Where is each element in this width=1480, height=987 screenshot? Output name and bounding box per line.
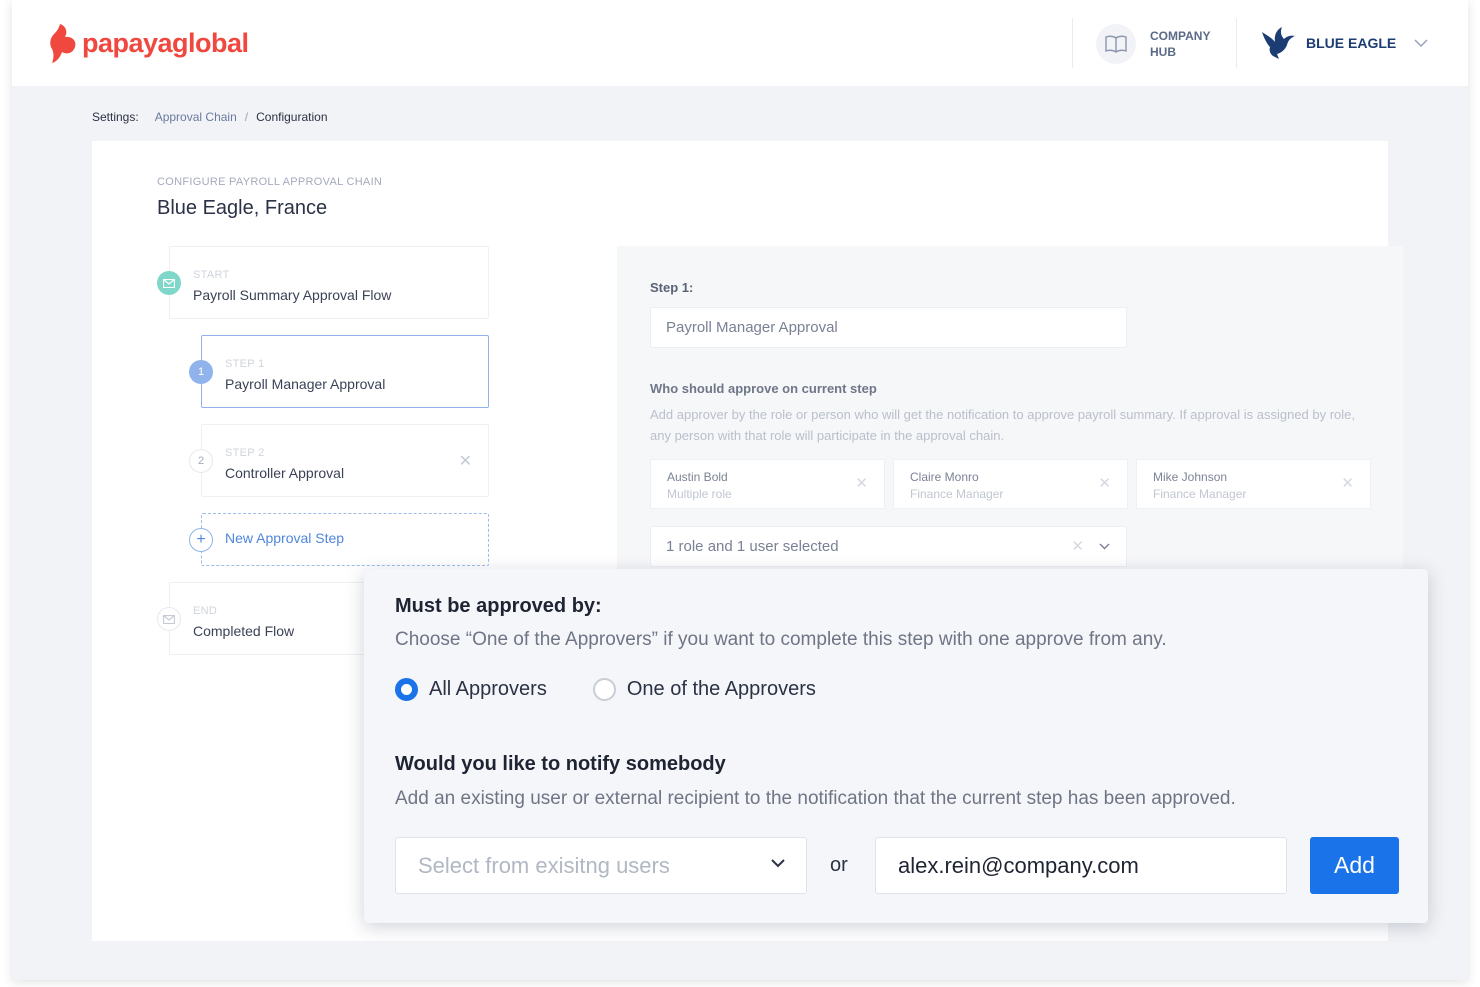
chevron-down-icon (1099, 543, 1110, 550)
header-divider (1072, 18, 1073, 68)
new-approval-step-button[interactable]: New Approval Step (201, 513, 489, 566)
radio-all-approvers-label[interactable]: All Approvers (429, 678, 547, 701)
remove-approver-icon[interactable]: ✕ (1341, 474, 1354, 492)
approver-role: Finance Manager (910, 487, 1004, 501)
existing-users-placeholder: Select from exisitng users (418, 852, 670, 878)
radio-all-approvers[interactable] (395, 678, 418, 701)
approver-chip[interactable]: Claire Monro Finance Manager ✕ (893, 459, 1128, 509)
company-hub-line1: COMPANY (1150, 29, 1211, 43)
notify-title: Would you like to notify somebody (395, 753, 726, 775)
step1-small-label: STEP 1 (225, 358, 265, 370)
company-name: BLUE EAGLE (1306, 35, 1397, 51)
breadcrumb-link-approval-chain[interactable]: Approval Chain (155, 110, 237, 124)
breadcrumb-current: Configuration (256, 110, 328, 124)
email-field[interactable]: alex.rein@company.com (875, 837, 1287, 894)
mail-icon (157, 271, 181, 295)
step1-label: Payroll Manager Approval (225, 376, 386, 392)
remove-step-icon[interactable]: ✕ (459, 451, 472, 471)
approver-chip[interactable]: Mike Johnson Finance Manager ✕ (1136, 459, 1371, 509)
approver-role: Finance Manager (1153, 487, 1247, 501)
breadcrumb: Settings: Approval Chain / Configuration (92, 110, 328, 124)
logo-wordmark: papayaglobal (82, 27, 249, 58)
radio-one-of-approvers-label[interactable]: One of the Approvers (627, 678, 816, 701)
approved-by-description: Choose “One of the Approvers” if you wan… (395, 629, 1167, 650)
step-config-panel: Step 1: Payroll Manager Approval Who sho… (617, 246, 1403, 576)
company-switcher[interactable]: BLUE EAGLE (1260, 26, 1428, 60)
clear-selection-icon[interactable]: ✕ (1071, 537, 1084, 555)
papaya-logo[interactable]: papayaglobal (48, 22, 249, 64)
chevron-down-icon (1414, 38, 1428, 47)
approver-chip[interactable]: Austin Bold Multiple role ✕ (650, 459, 885, 509)
notify-description: Add an existing user or external recipie… (395, 788, 1236, 809)
breadcrumb-separator: / (244, 110, 249, 124)
chevron-down-icon (771, 859, 785, 868)
flow-step-1[interactable]: STEP 1 Payroll Manager Approval (201, 335, 489, 408)
book-icon (1096, 24, 1136, 64)
or-separator: or (830, 854, 848, 876)
app-window: papayaglobal COMPANY HUB BLUE EAGLE Sett… (12, 0, 1468, 980)
page-title: Blue Eagle, France (157, 197, 328, 219)
remove-approver-icon[interactable]: ✕ (1098, 474, 1111, 492)
approver-role: Multiple role (667, 487, 732, 501)
step2-number-badge: 2 (189, 449, 213, 473)
radio-one-of-approvers[interactable] (592, 678, 616, 701)
eagle-logo-icon (1262, 27, 1295, 59)
mail-icon (157, 607, 181, 631)
papaya-logo-icon (50, 24, 76, 63)
existing-users-select[interactable]: Select from exisitng users (395, 837, 807, 894)
approver-select[interactable]: 1 role and 1 user selected ✕ (650, 526, 1127, 567)
approval-options-popup: Must be approved by: Choose “One of the … (364, 569, 1428, 923)
breadcrumb-label: Settings: (92, 110, 139, 124)
approver-name: Claire Monro (910, 470, 979, 484)
company-hub-link[interactable]: COMPANY HUB (1096, 24, 1220, 64)
start-label: Payroll Summary Approval Flow (193, 287, 392, 303)
who-approve-description: Add approver by the role or person who w… (650, 407, 1356, 443)
end-label: Completed Flow (193, 623, 295, 639)
top-header: papayaglobal COMPANY HUB BLUE EAGLE (12, 0, 1468, 86)
flow-start-item[interactable]: START Payroll Summary Approval Flow (169, 246, 489, 319)
approver-select-value: 1 role and 1 user selected (666, 538, 839, 555)
start-small-label: START (193, 269, 230, 281)
company-hub-label: COMPANY HUB (1150, 28, 1220, 60)
add-button[interactable]: Add (1310, 837, 1399, 894)
step-name-input[interactable]: Payroll Manager Approval (650, 307, 1127, 348)
who-approve-heading: Who should approve on current step (650, 381, 877, 396)
card-subtitle: CONFIGURE PAYROLL APPROVAL CHAIN (157, 176, 383, 188)
step1-number-badge: 1 (189, 360, 213, 384)
flow-end-item[interactable]: END Completed Flow (169, 582, 389, 655)
approval-mode-radio-group: All Approvers One of the Approvers (395, 678, 862, 701)
new-step-label: New Approval Step (225, 530, 345, 546)
header-divider (1236, 18, 1237, 68)
approver-name: Austin Bold (667, 470, 728, 484)
company-hub-line2: HUB (1150, 45, 1176, 59)
approver-name: Mike Johnson (1153, 470, 1228, 484)
plus-icon: + (189, 528, 213, 552)
approved-by-title: Must be approved by: (395, 595, 602, 617)
step2-small-label: STEP 2 (225, 447, 265, 459)
end-small-label: END (193, 605, 218, 617)
step2-label: Controller Approval (225, 465, 345, 481)
remove-approver-icon[interactable]: ✕ (855, 474, 868, 492)
flow-step-2[interactable]: STEP 2 Controller Approval ✕ (201, 424, 489, 497)
step-heading: Step 1: (650, 280, 694, 295)
